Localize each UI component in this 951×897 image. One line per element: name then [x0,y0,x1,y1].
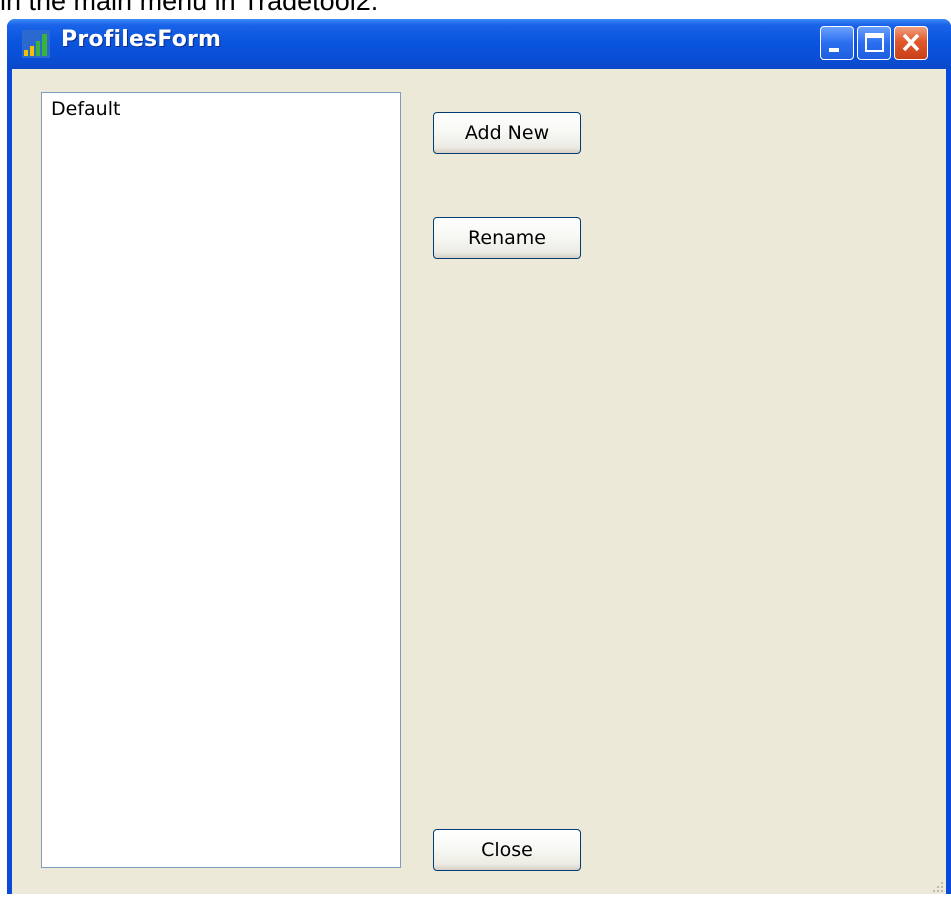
bar-chart-icon [22,30,50,58]
window-title: ProfilesForm [61,27,222,52]
resize-grip-icon[interactable] [930,878,944,892]
close-button[interactable]: Close [433,829,581,871]
profiles-window: ProfilesForm Default Add New Rename Clos… [7,19,951,894]
rename-button[interactable]: Rename [433,217,581,259]
profiles-listbox[interactable]: Default [41,92,401,868]
list-item[interactable]: Default [51,98,120,120]
add-new-button[interactable]: Add New [433,112,581,154]
title-bar[interactable]: ProfilesForm [7,19,951,69]
top-caption: in the main menu in Tradetool2. [0,0,379,16]
maximize-button[interactable] [857,26,891,60]
close-window-button[interactable] [894,26,928,60]
window-client-area: Default Add New Rename Close [12,69,946,894]
minimize-button[interactable] [820,26,854,60]
